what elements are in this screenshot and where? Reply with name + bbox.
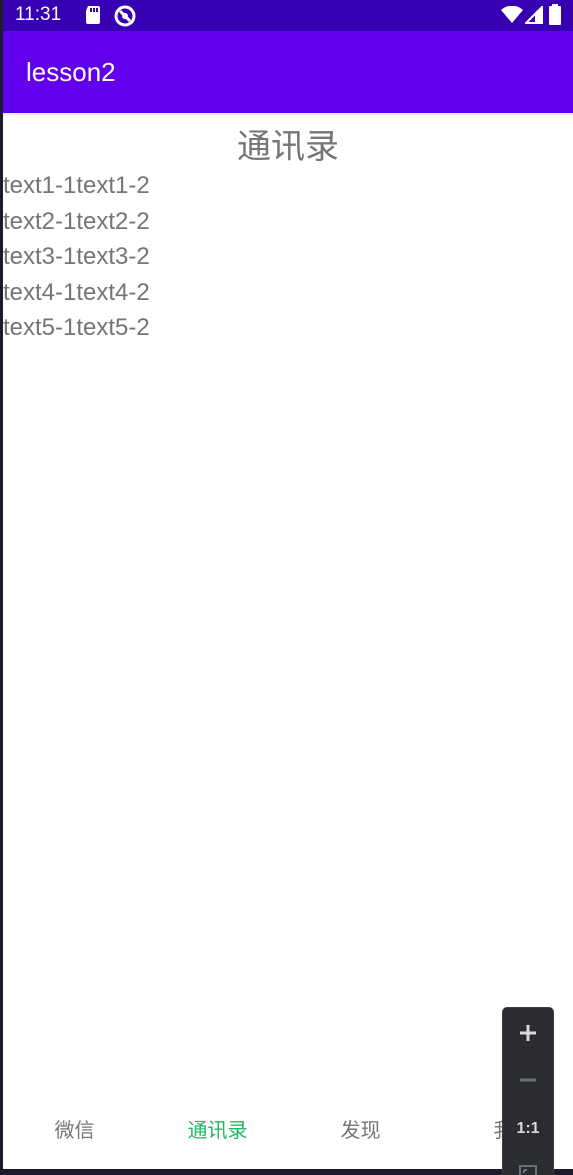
battery-icon — [549, 4, 561, 29]
app-bar: lesson2 — [3, 31, 573, 113]
list-item: text2-1text2-2 — [3, 207, 150, 235]
tab-wechat[interactable]: 微信 — [3, 1114, 146, 1143]
contact-list: text1-1text1-2 text2-1text2-2 text3-1tex… — [3, 169, 150, 347]
sd-card-icon — [84, 5, 102, 29]
app-bar-shadow — [3, 113, 573, 117]
list-item: text5-1text5-2 — [3, 314, 150, 341]
status-time: 11:31 — [15, 4, 62, 25]
home-bar — [0, 1169, 573, 1175]
plus-icon — [518, 1023, 538, 1047]
tab-discover[interactable]: 发现 — [289, 1114, 432, 1143]
list-item: text4-1text4-2 — [3, 278, 150, 306]
phone-screen: 11:31 lesson2 通讯录 text1-1text1-2 text2-1… — [3, 0, 573, 1172]
fit-screen-button[interactable] — [503, 1153, 553, 1175]
list-item: text3-1text3-2 — [3, 243, 150, 270]
minus-icon — [518, 1070, 538, 1094]
zoom-control: 1:1 — [502, 1007, 554, 1175]
zoom-out-button[interactable] — [503, 1059, 553, 1105]
status-bar: 11:31 — [3, 0, 573, 31]
tab-contacts[interactable]: 通讯录 — [146, 1114, 289, 1143]
actual-size-label: 1:1 — [516, 1120, 540, 1137]
zoom-in-button[interactable] — [503, 1012, 553, 1058]
no-sync-icon — [114, 5, 136, 31]
wifi-icon — [501, 5, 523, 28]
actual-size-button[interactable]: 1:1 — [503, 1106, 553, 1152]
bottom-navigation: 微信 通讯录 发现 我 — [3, 1114, 573, 1160]
signal-icon — [523, 4, 543, 28]
app-title: lesson2 — [26, 57, 116, 87]
list-item: text1-1text1-2 — [3, 172, 150, 199]
fit-screen-icon — [518, 1164, 538, 1175]
page-title: 通讯录 — [237, 127, 339, 167]
